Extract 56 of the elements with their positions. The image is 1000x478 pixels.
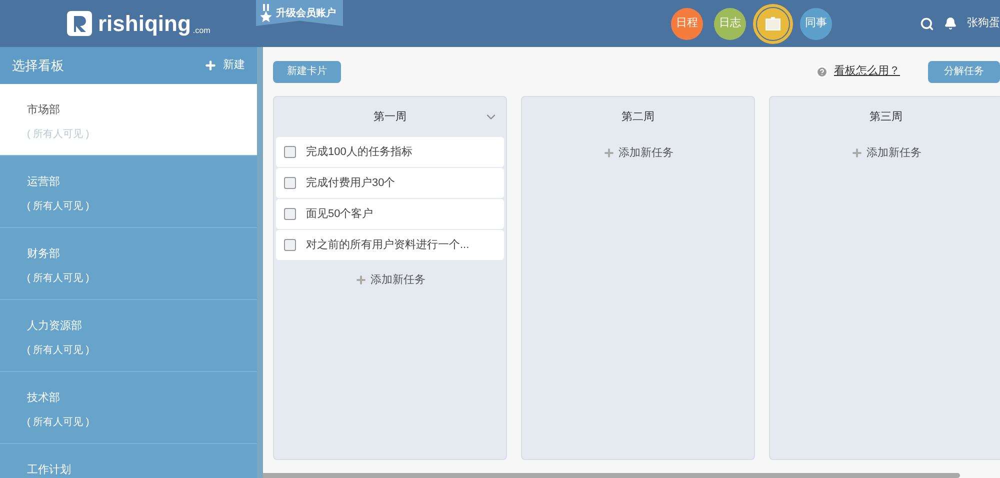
board-visibility: ( 所有人可见 ) [27, 344, 90, 358]
column-title: 第一周 [374, 110, 406, 125]
board-item[interactable]: 运营部 ( 所有人可见 ) [0, 156, 257, 228]
new-board-button[interactable]: 新建 [204, 57, 245, 74]
board-visibility: ( 所有人可见 ) [27, 128, 90, 142]
plus-icon [354, 274, 366, 286]
column-title: 第二周 [622, 110, 654, 125]
task-checkbox[interactable] [284, 146, 296, 158]
medal-icon [260, 4, 272, 22]
board-item[interactable]: 市场部 ( 所有人可见 ) [0, 84, 257, 156]
board-name: 技术部 [27, 390, 61, 406]
help-icon [816, 66, 828, 78]
add-task-button[interactable]: 添加新任务 [354, 272, 426, 288]
task-checkbox[interactable] [284, 239, 296, 251]
upgrade-ribbon[interactable]: 升级会员账户 [256, 0, 343, 26]
board-name: 财务部 [27, 246, 61, 262]
board-nav-button[interactable] [753, 4, 793, 44]
logo-suffix: .com [192, 25, 210, 37]
board-name: 人力资源部 [27, 318, 83, 334]
board-item[interactable]: 人力资源部 ( 所有人可见 ) [0, 300, 257, 372]
board-name: 工作计划 [27, 463, 72, 478]
task-card[interactable]: 完成100人的任务指标 [276, 137, 504, 167]
board-item[interactable]: 财务部 ( 所有人可见 ) [0, 228, 257, 300]
board-item[interactable]: 工作计划 [0, 444, 257, 478]
board-visibility: ( 所有人可见 ) [27, 416, 90, 430]
column-title: 第三周 [870, 110, 902, 125]
help-link[interactable]: 看板怎么用？ [834, 63, 900, 80]
task-card[interactable]: 面见50个客户 [276, 199, 504, 229]
plus-icon [204, 59, 217, 72]
bell-icon[interactable] [944, 17, 957, 30]
add-task-button[interactable]: 添加新任务 [850, 145, 922, 162]
task-card[interactable]: 完成付费用户30个 [276, 168, 504, 198]
board-icon [765, 16, 781, 30]
horizontal-scrollbar[interactable] [263, 473, 960, 478]
task-checkbox[interactable] [284, 208, 296, 220]
task-card[interactable]: 对之前的所有用户资料进行一个... [276, 230, 504, 260]
board-visibility: ( 所有人可见 ) [27, 272, 90, 286]
task-checkbox[interactable] [284, 177, 296, 189]
user-name[interactable]: 张狗蛋 [967, 15, 1000, 32]
board-name: 运营部 [27, 174, 61, 190]
split-task-button[interactable]: 分解任务 [928, 60, 1000, 82]
task-text: 对之前的所有用户资料进行一个... [306, 238, 470, 253]
search-icon[interactable] [920, 16, 934, 30]
board-name: 市场部 [27, 102, 61, 118]
board-visibility: ( 所有人可见 ) [27, 200, 90, 214]
logo-icon [67, 11, 92, 36]
task-text: 完成付费用户30个 [306, 176, 396, 191]
task-text: 面见50个客户 [306, 206, 374, 222]
logo-text: rishiqing [98, 12, 191, 34]
task-text: 完成100人的任务指标 [306, 144, 412, 160]
plus-icon [602, 147, 614, 160]
new-card-button[interactable]: 新建卡片 [273, 60, 341, 82]
add-task-button[interactable]: 添加新任务 [602, 145, 674, 162]
plus-icon [850, 147, 862, 160]
sidebar-title: 选择看板 [12, 56, 64, 75]
board-item[interactable]: 技术部 ( 所有人可见 ) [0, 372, 257, 444]
